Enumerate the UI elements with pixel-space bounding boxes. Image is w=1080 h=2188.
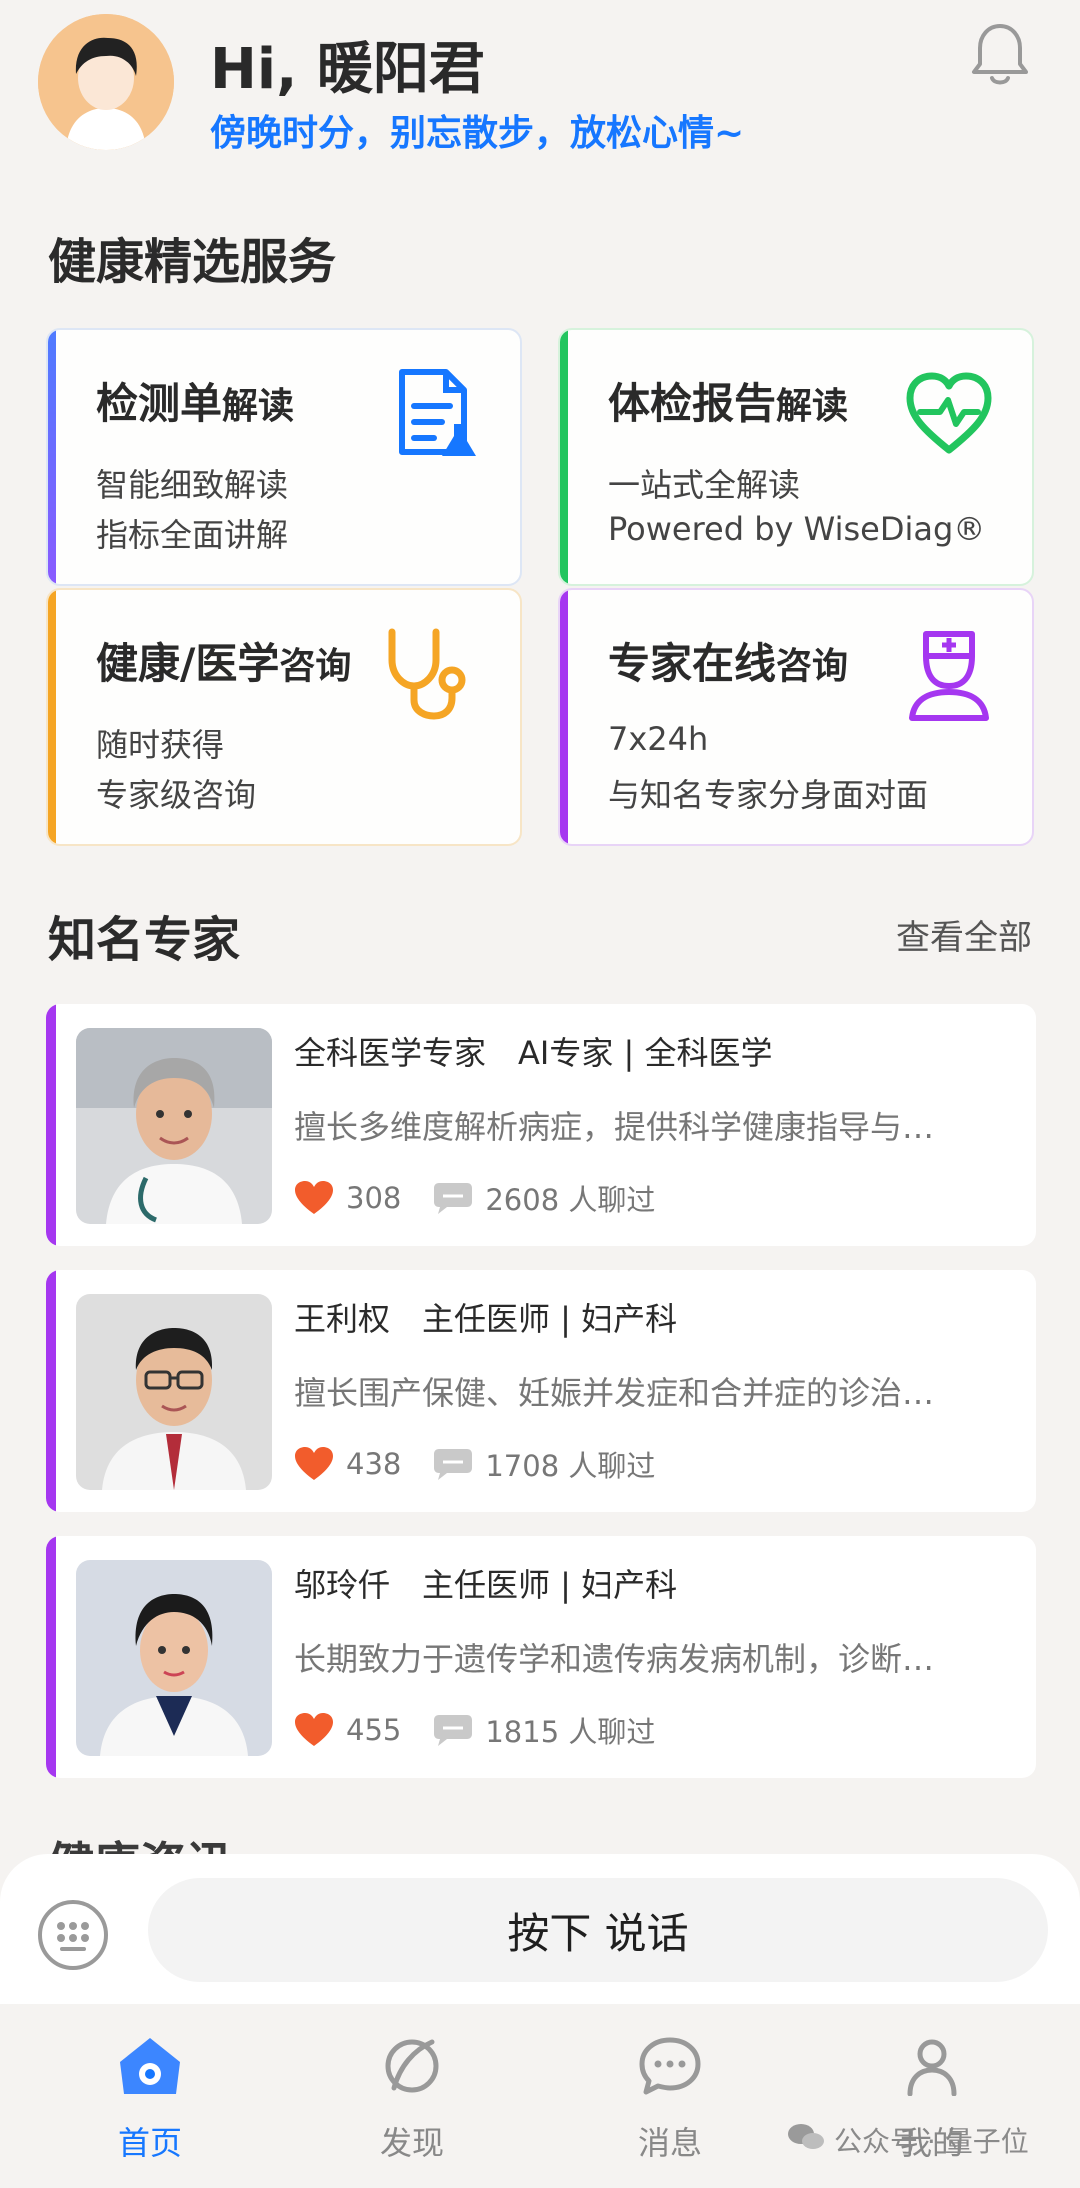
wechat-icon (786, 2121, 826, 2160)
see-all-link[interactable]: 查看全部 (896, 910, 1032, 959)
expert-desc: 擅长多维度解析病症，提供科学健康指导与… (294, 1108, 935, 1146)
service-card-lab-report[interactable]: 检测单解读 智能细致解读 指标全面讲解 (46, 328, 522, 586)
tab-messages[interactable]: 消息 (590, 2036, 750, 2164)
tab-label: 消息 (637, 2124, 702, 2162)
voice-input-panel: 按下 说话 (0, 1854, 1080, 2004)
watermark: 公众号 · 量子位 (786, 2120, 1029, 2160)
chat-count: 1815 人聊过 (485, 1715, 656, 1749)
chat-bubble-icon (434, 1449, 473, 1480)
service-title: 健康/医学咨询 (96, 639, 352, 688)
push-to-talk-button[interactable]: 按下 说话 (148, 1878, 1048, 1982)
card-accent-bar (46, 1536, 56, 1778)
card-accent-bar (46, 1004, 56, 1246)
card-accent-bar (48, 330, 56, 584)
expert-name: 王利权 主任医师 | 妇产科 (294, 1300, 678, 1338)
expert-name: 全科医学专家 AI专家 | 全科医学 (294, 1034, 773, 1072)
services-title: 健康精选服务 (48, 234, 337, 290)
stethoscope-icon (382, 626, 468, 722)
heart-icon[interactable] (294, 1180, 334, 1216)
card-accent-bar (560, 590, 568, 844)
header: Hi, 暖阳君 傍晚时分，别忘散步，放松心情~ (38, 14, 1042, 154)
chat-count: 1708 人聊过 (485, 1449, 656, 1483)
expert-desc: 长期致力于遗传学和遗传病发病机制，诊断… (294, 1640, 935, 1678)
expert-stats: 308 2608 人聊过 (294, 1176, 655, 1220)
expert-stats: 438 1708 人聊过 (294, 1442, 655, 1486)
service-line-1: 一站式全解读 (608, 466, 801, 504)
greeting-tip: 傍晚时分，别忘散步，放松心情~ (210, 113, 745, 154)
heart-pulse-icon (906, 366, 992, 462)
doctor-female-photo (76, 1560, 272, 1756)
expert-name: 邬玲仟 主任医师 | 妇产科 (294, 1566, 678, 1604)
chat-count: 2608 人聊过 (485, 1183, 656, 1217)
service-line-1: 7x24h (608, 720, 709, 758)
home-icon (120, 2038, 180, 2094)
profile-icon (907, 2039, 957, 2097)
service-card-medical-consult[interactable]: 健康/医学咨询 随时获得 专家级咨询 (46, 588, 522, 846)
expert-stats: 455 1815 人聊过 (294, 1708, 655, 1752)
card-accent-bar (48, 590, 56, 844)
doctor-gray-hair-photo (76, 1028, 272, 1224)
service-line-2: Powered by WiseDiag® (608, 510, 986, 548)
like-count: 455 (346, 1713, 402, 1747)
tab-label: 发现 (379, 2124, 444, 2162)
expert-card[interactable]: 邬玲仟 主任医师 | 妇产科 长期致力于遗传学和遗传病发病机制，诊断… 455 … (46, 1536, 1036, 1778)
doctor-glasses-photo (76, 1294, 272, 1490)
doctor-icon (906, 626, 992, 722)
expert-desc: 擅长围产保健、妊娠并发症和合并症的诊治… (294, 1374, 935, 1412)
service-card-checkup-report[interactable]: 体检报告解读 一站式全解读 Powered by WiseDiag® (558, 328, 1034, 586)
chat-bubble-icon (434, 1715, 473, 1746)
bell-icon[interactable] (970, 20, 1030, 90)
service-line-2: 与知名专家分身面对面 (608, 776, 929, 814)
heart-icon[interactable] (294, 1446, 334, 1482)
tab-home[interactable]: 首页 (70, 2036, 230, 2164)
service-line-2: 专家级咨询 (96, 776, 257, 814)
experts-title: 知名专家 (48, 912, 241, 968)
watermark-text: 公众号 · 量子位 (834, 2125, 1029, 2158)
tab-discover[interactable]: 发现 (332, 2036, 492, 2164)
greeting: Hi, 暖阳君 (210, 37, 485, 102)
bottom-tab-bar: 首页 发现 消息 我的 (0, 2004, 1080, 2188)
service-line-2: 指标全面讲解 (96, 516, 289, 554)
expert-card[interactable]: 全科医学专家 AI专家 | 全科医学 擅长多维度解析病症，提供科学健康指导与… … (46, 1004, 1036, 1246)
service-line-1: 智能细致解读 (96, 466, 289, 504)
message-icon (639, 2037, 701, 2095)
service-title: 体检报告解读 (608, 379, 849, 428)
tab-label: 首页 (117, 2124, 182, 2162)
heart-icon[interactable] (294, 1712, 334, 1748)
user-avatar[interactable] (38, 14, 174, 150)
service-title: 专家在线咨询 (608, 639, 849, 688)
chat-bubble-icon (434, 1183, 473, 1214)
like-count: 438 (346, 1447, 402, 1481)
expert-card[interactable]: 王利权 主任医师 | 妇产科 擅长围产保健、妊娠并发症和合并症的诊治… 438 … (46, 1270, 1036, 1512)
like-count: 308 (346, 1181, 402, 1215)
document-flask-icon (394, 366, 480, 462)
keyboard-icon[interactable] (38, 1900, 108, 1970)
service-card-expert-online[interactable]: 专家在线咨询 7x24h 与知名专家分身面对面 (558, 588, 1034, 846)
card-accent-bar (46, 1270, 56, 1512)
discover-icon (385, 2039, 439, 2093)
card-accent-bar (560, 330, 568, 584)
service-line-1: 随时获得 (96, 726, 225, 764)
service-title: 检测单解读 (96, 379, 295, 428)
